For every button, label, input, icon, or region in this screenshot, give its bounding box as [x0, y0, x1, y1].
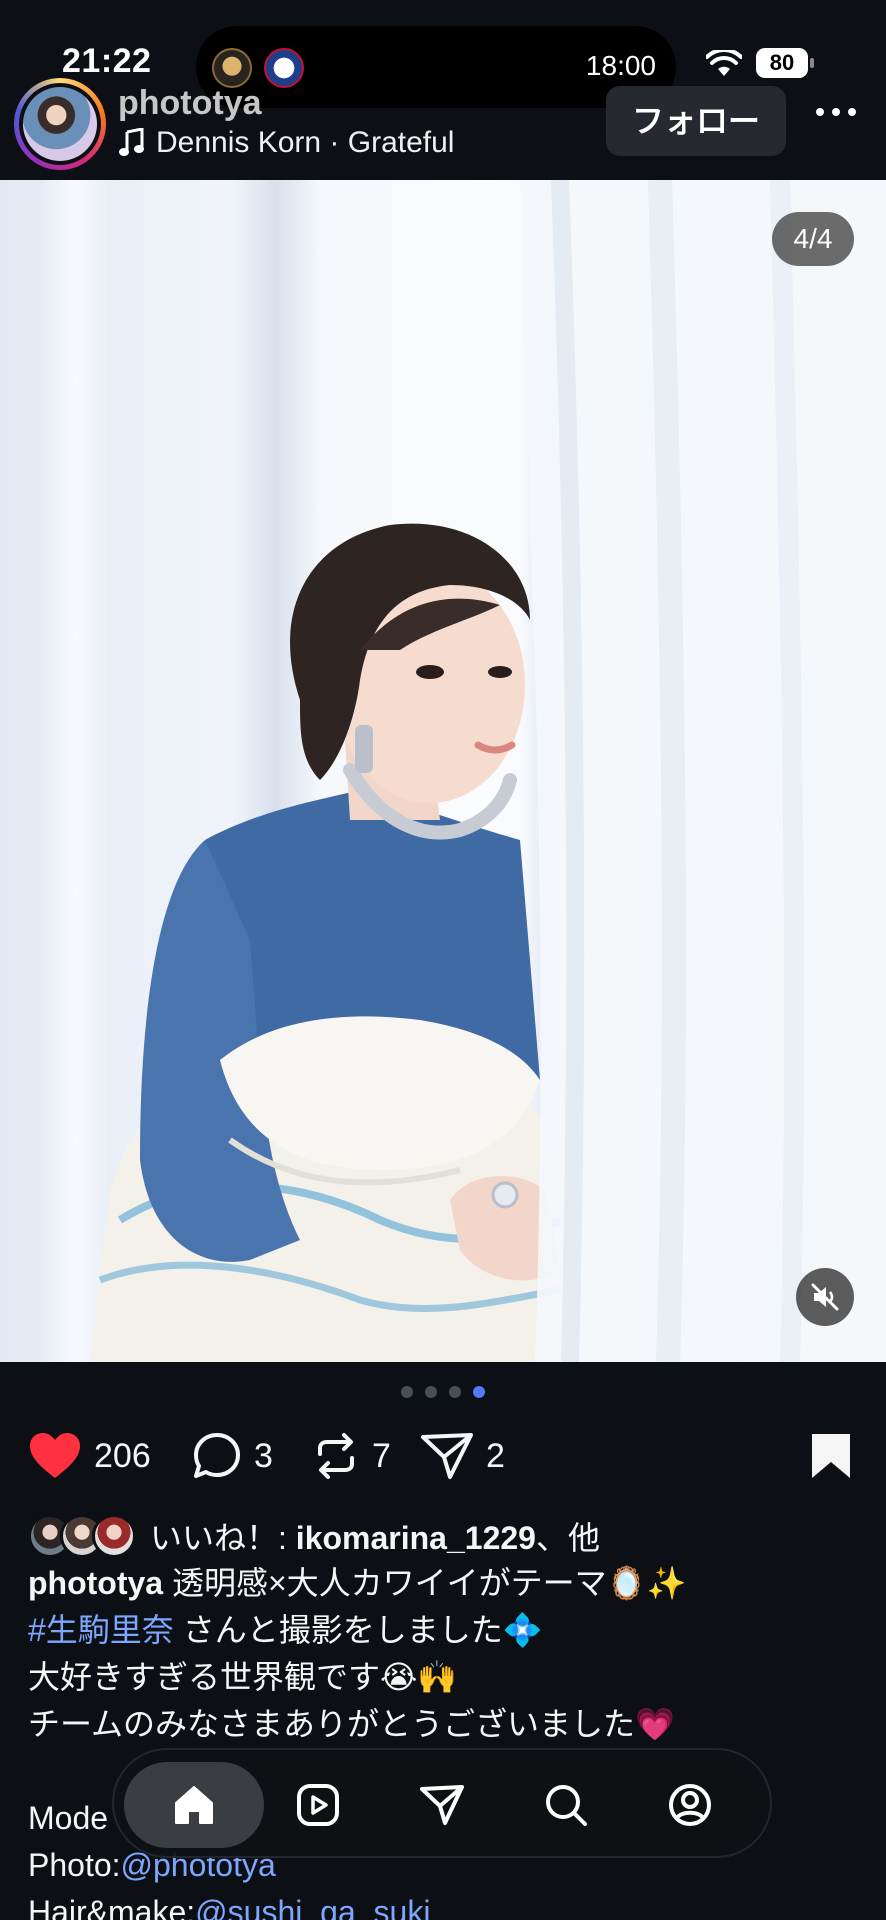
nav-reels[interactable]: [248, 1762, 388, 1848]
hair-make-link[interactable]: @sushi_ga_suki: [195, 1894, 430, 1920]
music-info[interactable]: Dennis Korn · Grateful: [118, 126, 454, 160]
comment-count: 3: [254, 1436, 273, 1475]
bookmark-icon[interactable]: [810, 1432, 852, 1480]
send-icon: [420, 1785, 464, 1825]
repost-count: 7: [372, 1436, 391, 1475]
caption-line: phototya 透明感×大人カワイイがテーマ🪞✨: [28, 1564, 687, 1602]
repost-icon: [318, 1433, 354, 1479]
crying-hands-emoji: 😭🙌: [380, 1658, 458, 1696]
caption-line: Hair&make:@sushi_ga_suki: [28, 1889, 868, 1920]
diamond-emoji: 💠: [502, 1611, 543, 1649]
nav-profile[interactable]: [620, 1762, 760, 1848]
share-button[interactable]: 2: [420, 1426, 505, 1486]
heart-filled-icon: [30, 1433, 80, 1478]
post-username[interactable]: phototya: [118, 84, 262, 123]
comment-icon: [194, 1433, 240, 1478]
liked-by-row[interactable]: いいね！: ikomarina_1229、他: [28, 1512, 600, 1560]
post-photo[interactable]: 4/4: [0, 180, 886, 1362]
reels-icon: [297, 1784, 339, 1826]
photo-counter: 4/4: [772, 212, 854, 266]
share-count: 2: [486, 1436, 505, 1475]
carousel-dot: [425, 1386, 437, 1398]
nav-home[interactable]: [124, 1762, 264, 1848]
caption-author[interactable]: phototya: [28, 1565, 163, 1601]
post-caption: phototya 透明感×大人カワイイがテーマ🪞✨ #生駒里奈 さんと撮影をしま…: [28, 1560, 868, 1920]
carousel-dot: [401, 1386, 413, 1398]
nav-send[interactable]: [372, 1762, 512, 1848]
carousel-dot: [473, 1386, 485, 1398]
avatar[interactable]: [14, 78, 106, 170]
caption-line: 大好きすぎる世界観です😭🙌: [28, 1658, 458, 1696]
profile-icon: [669, 1784, 711, 1826]
post-actions: 206 3 7 2: [0, 1426, 886, 1486]
caption-line: #生駒里奈 さんと撮影をしました💠: [28, 1611, 543, 1649]
post-header: phototya Dennis Korn · Grateful フォロー: [0, 70, 886, 180]
liker-avatar: [92, 1514, 136, 1558]
home-icon: [175, 1786, 213, 1824]
send-icon: [421, 1433, 473, 1479]
music-title: Dennis Korn · Grateful: [156, 126, 455, 159]
mirror-sparkles-emoji: 🪞✨: [606, 1564, 687, 1602]
like-button[interactable]: 206: [28, 1426, 151, 1486]
speaker-muted-icon: [811, 1283, 839, 1311]
liked-by-user[interactable]: ikomarina_1229: [296, 1520, 536, 1556]
carousel-dots: [0, 1386, 886, 1398]
repost-button[interactable]: 7: [312, 1426, 391, 1486]
heart-emoji: 💗: [635, 1705, 675, 1743]
music-note-icon: [119, 128, 144, 156]
bottom-nav: [112, 1748, 772, 1858]
like-count: 206: [94, 1436, 151, 1475]
liked-by-text: いいね！: ikomarina_1229、他: [150, 1520, 600, 1556]
search-icon: [546, 1785, 587, 1826]
mute-button[interactable]: [796, 1268, 854, 1326]
hashtag-link[interactable]: #生駒里奈: [28, 1612, 174, 1648]
follow-button[interactable]: フォロー: [606, 86, 786, 156]
portrait-illustration: [90, 180, 886, 1362]
caption-line: チームのみなさまありがとうございました💗: [28, 1705, 675, 1743]
avatar-image: [23, 87, 97, 161]
carousel-dot: [449, 1386, 461, 1398]
comment-button[interactable]: 3: [192, 1426, 273, 1486]
more-options-icon[interactable]: [814, 106, 858, 118]
nav-search[interactable]: [496, 1762, 636, 1848]
